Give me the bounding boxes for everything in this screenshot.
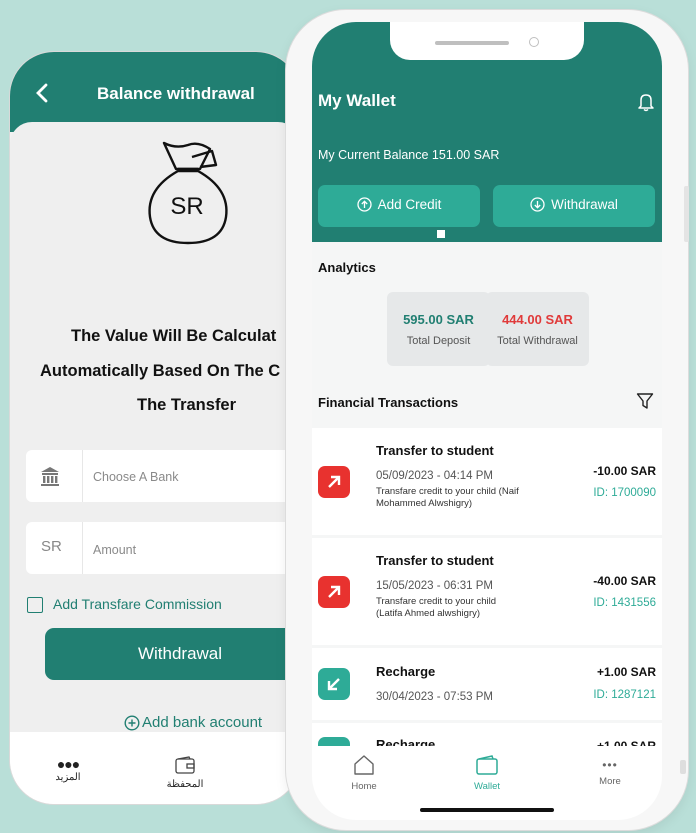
bank-select[interactable]: Choose A Bank — [26, 450, 300, 502]
transaction-amount: -40.00 SAR — [593, 574, 656, 588]
notch — [390, 22, 584, 60]
withdrawal-label: Withdrawal — [551, 197, 618, 212]
transaction-id: ID: 1287121 — [593, 689, 656, 701]
arrow-down-circle-icon — [530, 197, 545, 212]
info-line-2: Automatically Based On The C — [40, 362, 281, 380]
add-credit-label: Add Credit — [377, 197, 442, 212]
withdrawal-button[interactable]: Withdrawal — [493, 185, 655, 227]
side-button — [680, 760, 686, 774]
add-bank-account-link[interactable]: Add bank account — [124, 714, 262, 731]
transfer-out-icon — [318, 576, 350, 608]
add-credit-button[interactable]: Add Credit — [318, 185, 480, 227]
total-withdrawal-card: 444.00 SAR Total Withdrawal — [486, 292, 589, 366]
wallet-screen: My Wallet My Current Balance 151.00 SAR … — [312, 22, 662, 820]
recharge-in-icon — [318, 668, 350, 700]
total-withdrawal-label: Total Withdrawal — [497, 335, 578, 347]
wallet-icon — [476, 755, 498, 775]
arrow-up-circle-icon — [356, 197, 372, 212]
home-icon — [354, 755, 374, 775]
tab-more-ar[interactable]: ●●● المزيد — [53, 756, 83, 783]
transaction-item[interactable]: Transfer to student 05/09/2023 - 04:14 P… — [312, 428, 662, 535]
transaction-id: ID: 1431556 — [593, 597, 656, 609]
info-line-1: The Value Will Be Calculat — [71, 327, 277, 345]
transaction-id: ID: 1700090 — [593, 487, 656, 499]
tab-label: المزيد — [55, 772, 81, 783]
tab-label: More — [599, 776, 621, 787]
transaction-amount: -10.00 SAR — [593, 464, 656, 478]
tab-label: المحفظة — [166, 779, 204, 790]
tab-label: Wallet — [473, 781, 501, 792]
add-bank-account-label: Add bank account — [142, 714, 263, 731]
withdrawal-button[interactable]: Withdrawal — [45, 628, 300, 680]
tab-wallet-ar[interactable]: المحفظة — [165, 756, 205, 790]
tab-home[interactable]: Home — [342, 754, 386, 792]
tab-more[interactable]: ••• More — [588, 758, 632, 787]
total-withdrawal-value: 444.00 SAR — [502, 312, 573, 327]
bank-icon — [41, 467, 59, 486]
speaker — [435, 41, 509, 45]
tab-wallet[interactable]: Wallet — [465, 754, 509, 792]
money-bag-icon: SR — [142, 135, 232, 247]
total-deposit-label: Total Deposit — [406, 335, 471, 347]
bank-placeholder: Choose A Bank — [93, 470, 179, 484]
commission-checkbox[interactable] — [27, 597, 43, 613]
side-button — [684, 186, 689, 242]
transaction-date: 05/09/2023 - 04:14 PM — [376, 470, 493, 482]
transaction-date: 15/05/2023 - 06:31 PM — [376, 580, 493, 592]
back-tab-bar: ●●● المزيد المحفظة — [10, 732, 300, 804]
home-indicator — [420, 808, 554, 812]
field-divider — [82, 522, 83, 574]
transaction-desc-line-2: Mohammed Alwshigry) — [376, 498, 473, 509]
transaction-amount: +1.00 SAR — [596, 665, 656, 679]
currency-prefix: SR — [41, 538, 62, 555]
transaction-desc-line-1: Transfare credit to your child (Naif — [376, 486, 519, 497]
current-balance: My Current Balance 151.00 SAR — [318, 148, 500, 162]
page-title: My Wallet — [318, 91, 396, 110]
transaction-name: Transfer to student — [376, 443, 494, 458]
total-deposit-card: 595.00 SAR Total Deposit — [387, 292, 490, 366]
page-indicator — [437, 230, 445, 238]
field-divider — [82, 450, 83, 502]
camera — [529, 37, 539, 47]
analytics-title: Analytics — [318, 260, 376, 275]
amount-input[interactable]: SR Amount — [26, 522, 300, 574]
transaction-item[interactable]: Transfer to student 15/05/2023 - 06:31 P… — [312, 538, 662, 645]
filter-icon[interactable] — [636, 392, 654, 410]
total-deposit-value: 595.00 SAR — [403, 312, 474, 327]
transaction-name: Transfer to student — [376, 553, 494, 568]
amount-placeholder: Amount — [93, 543, 137, 557]
bell-icon[interactable] — [638, 92, 654, 112]
transaction-item[interactable]: Recharge 30/04/2023 - 07:53 PM +1.00 SAR… — [312, 648, 662, 720]
transaction-desc-line-1: Transfare credit to your child — [376, 596, 497, 607]
info-line-3: The Transfer — [137, 396, 237, 414]
more-icon: ●●● — [56, 756, 80, 772]
wallet-icon — [175, 756, 195, 774]
transactions-title: Financial Transactions — [318, 395, 459, 410]
transfer-out-icon — [318, 466, 350, 498]
transaction-desc-line-2: (Latifa Ahmed alwshigry) — [376, 608, 481, 619]
commission-label[interactable]: Add Transfare Commission — [53, 596, 222, 612]
back-arrow-icon[interactable] — [32, 82, 54, 104]
back-content: SR The Value Will Be Calculat Automatica… — [10, 122, 300, 732]
back-phone: Balance withdrawal SR The Value Will Be … — [10, 52, 300, 804]
transaction-name: Recharge — [376, 664, 436, 679]
plus-circle-icon — [124, 714, 140, 731]
wallet-header: My Wallet My Current Balance 151.00 SAR … — [312, 22, 662, 242]
back-page-title: Balance withdrawal — [97, 84, 255, 103]
more-icon: ••• — [602, 758, 618, 772]
bag-currency: SR — [170, 193, 204, 220]
transaction-date: 30/04/2023 - 07:53 PM — [376, 691, 493, 703]
tab-label: Home — [351, 781, 377, 792]
